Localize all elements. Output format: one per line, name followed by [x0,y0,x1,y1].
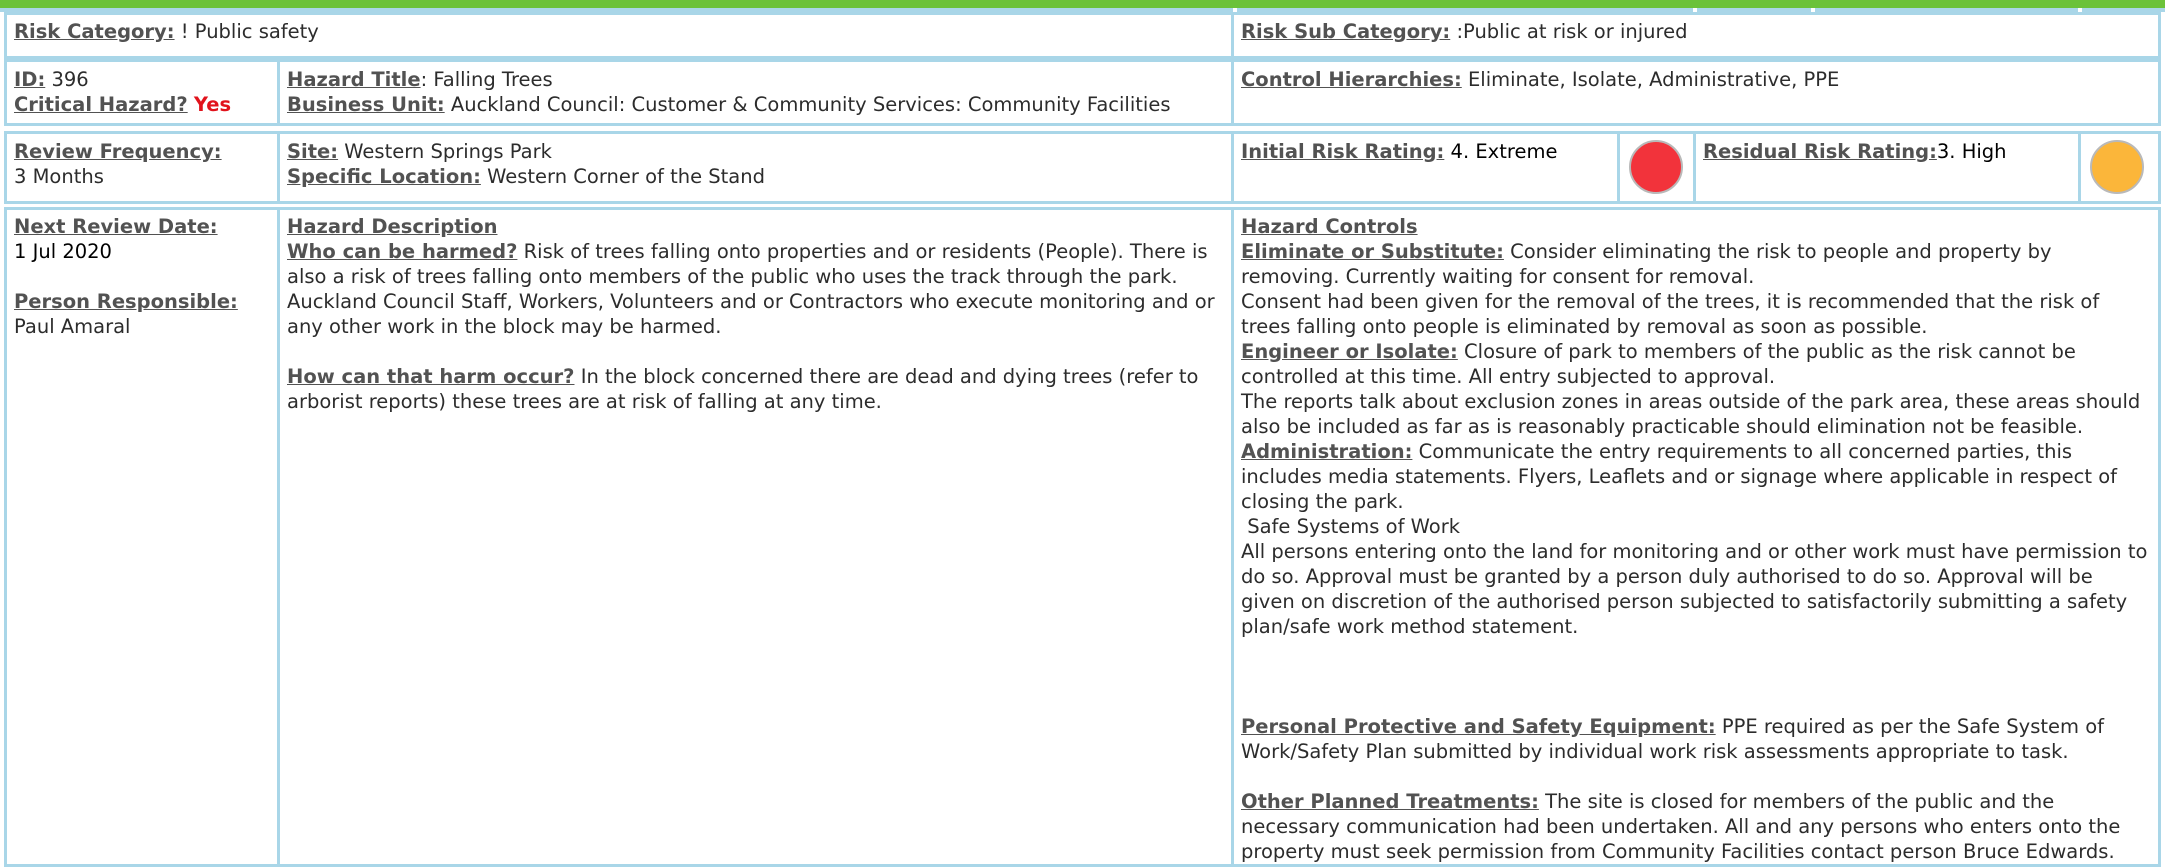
control-hierarchies-value: Eliminate, Isolate, Administrative, PPE [1467,68,1840,91]
eliminate-label: Eliminate or Substitute: [1241,240,1504,263]
extreme-risk-indicator-icon [1629,140,1683,194]
initial-risk-label: Initial Risk Rating: [1241,140,1445,163]
risk-sub-category-cell: Risk Sub Category: :Public at risk or in… [1231,12,2161,59]
site-label: Site: [287,140,339,163]
control-hierarchies-cell: Control Hierarchies: Eliminate, Isolate,… [1231,59,2161,126]
review-frequency-label: Review Frequency: [14,140,222,163]
business-unit-value: Auckland Council: Customer & Community S… [450,93,1171,116]
id-label: ID: [14,68,46,91]
next-review-value: 1 Jul 2020 [14,240,112,263]
hazard-controls-heading: Hazard Controls [1241,215,1418,238]
business-unit-label: Business Unit: [287,93,445,116]
who-can-be-harmed-label: Who can be harmed? [287,240,518,263]
hazard-controls-cell: Hazard Controls Eliminate or Substitute:… [1231,207,2161,867]
hazard-title-value: : Falling Trees [420,68,553,91]
specific-location-label: Specific Location: [287,165,481,188]
critical-hazard-value: Yes [193,93,232,116]
residual-risk-label: Residual Risk Rating: [1703,140,1937,163]
other-treatments-label: Other Planned Treatments: [1241,790,1539,813]
residual-risk-value: 3. High [1936,140,2007,163]
hazard-title-label: Hazard Title [287,68,421,91]
initial-risk-cell: Initial Risk Rating: 4. Extreme [1231,131,1620,204]
hazard-description-heading: Hazard Description [287,215,498,238]
review-frequency-value: 3 Months [14,165,104,188]
risk-sub-category-label: Risk Sub Category: [1241,20,1451,43]
ppe-label: Personal Protective and Safety Equipment… [1241,715,1716,738]
administration-text-2: All persons entering onto the land for m… [1241,540,2148,638]
administration-label: Administration: [1241,440,1413,463]
initial-risk-indicator-cell [1617,131,1696,204]
site-cell: Site: Western Springs Park Specific Loca… [277,131,1234,204]
review-frequency-cell: Review Frequency: 3 Months [4,131,280,204]
id-cell: ID: 396 Critical Hazard? Yes [4,59,280,126]
person-responsible-label: Person Responsible: [14,290,238,313]
engineer-label: Engineer or Isolate: [1241,340,1458,363]
how-can-harm-occur-label: How can that harm occur? [287,365,575,388]
control-hierarchies-label: Control Hierarchies: [1241,68,1462,91]
eliminate-text-2: Consent had been given for the removal o… [1241,290,2100,338]
initial-risk-value: 4. Extreme [1450,140,1558,163]
site-value: Western Springs Park [344,140,552,163]
risk-category-value: ! Public safety [180,20,319,43]
hazard-description-cell: Hazard Description Who can be harmed? Ri… [277,207,1234,867]
id-value: 396 [51,68,89,91]
safe-systems-of-work: Safe Systems of Work [1241,515,1461,538]
person-responsible-value: Paul Amaral [14,315,131,338]
critical-hazard-label: Critical Hazard? [14,93,188,116]
risk-sub-category-value: :Public at risk or injured [1456,20,1688,43]
engineer-text-2: The reports talk about exclusion zones i… [1241,390,2141,438]
specific-location-value: Western Corner of the Stand [487,165,765,188]
hazard-title-cell: Hazard Title: Falling Trees Business Uni… [277,59,1234,126]
risk-category-cell: Risk Category: ! Public safety [4,12,1234,59]
next-review-label: Next Review Date: [14,215,218,238]
next-review-cell: Next Review Date: 1 Jul 2020 Person Resp… [4,207,280,867]
high-risk-indicator-icon [2090,140,2144,194]
risk-category-label: Risk Category: [14,20,175,43]
top-accent-bar [0,0,2165,8]
residual-risk-indicator-cell [2078,131,2161,204]
residual-risk-cell: Residual Risk Rating:3. High [1693,131,2081,204]
